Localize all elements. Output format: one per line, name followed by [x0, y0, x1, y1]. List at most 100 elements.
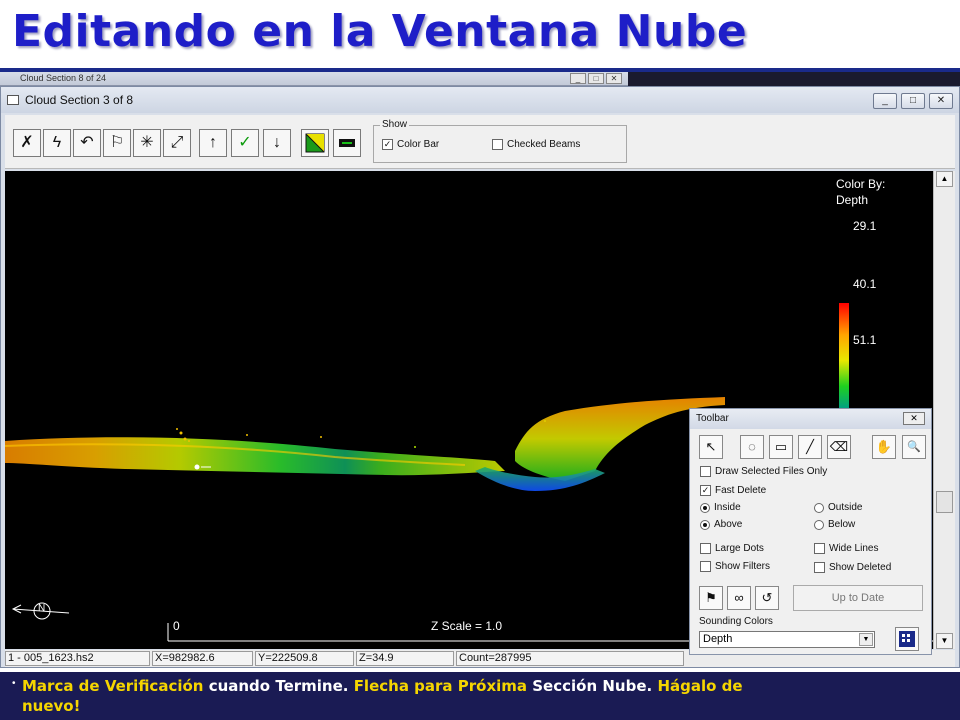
- outside-radio[interactable]: [814, 502, 824, 513]
- scroll-thumb[interactable]: [936, 491, 953, 513]
- flag-button[interactable]: ⚐: [103, 129, 131, 157]
- chevron-down-icon[interactable]: ▼: [859, 633, 873, 646]
- checkmark-button[interactable]: ✓: [231, 129, 259, 157]
- main-toolbar: ✗ ϟ ↶ ⚐ ✳ ⤢ ↑ ✓ ↓ Show ✓ Color Bar Check…: [5, 115, 955, 169]
- checked-beams-label: Checked Beams: [507, 139, 581, 150]
- status-z: Z=34.9: [356, 651, 454, 666]
- caption-segment: Sección Nube.: [527, 677, 658, 695]
- background-minimize-button[interactable]: _: [570, 73, 586, 84]
- below-radio[interactable]: [814, 519, 824, 530]
- show-filters-option[interactable]: Show Filters: [700, 561, 770, 572]
- point-cloud-swath: [5, 437, 505, 476]
- show-deleted-option[interactable]: Show Deleted: [814, 562, 891, 573]
- draw-selected-only-label: Draw Selected Files Only: [715, 466, 828, 477]
- caption-bullet: •: [12, 678, 16, 689]
- show-filters-label: Show Filters: [715, 561, 771, 572]
- background-window-titlebar[interactable]: Cloud Section 8 of 24 _ □ ✕: [0, 72, 628, 86]
- select-arrow-button[interactable]: ↖: [699, 435, 723, 459]
- floating-toolbar-titlebar[interactable]: Toolbar ✕: [690, 409, 931, 429]
- fast-delete-checkbox[interactable]: ✓: [700, 485, 711, 496]
- large-dots-option[interactable]: Large Dots: [700, 543, 764, 554]
- status-x: X=982982.6: [152, 651, 253, 666]
- checked-beams-checkbox[interactable]: [492, 139, 503, 150]
- sounding-colors-label: Sounding Colors: [699, 616, 773, 627]
- maximize-button[interactable]: □: [901, 93, 925, 109]
- color-map-button[interactable]: [301, 129, 329, 157]
- minimize-button[interactable]: _: [873, 93, 897, 109]
- draw-selected-only-checkbox[interactable]: [700, 466, 711, 477]
- color-map-icon: [305, 133, 325, 153]
- wide-lines-label: Wide Lines: [829, 543, 879, 554]
- show-deleted-checkbox[interactable]: [814, 562, 825, 573]
- lightning-button[interactable]: ϟ: [43, 129, 71, 157]
- app-window-icon: [7, 95, 19, 105]
- caption-segment: cuando Termine.: [203, 677, 354, 695]
- inside-label: Inside: [714, 502, 741, 513]
- fast-delete-label: Fast Delete: [715, 485, 767, 496]
- above-radio[interactable]: [700, 519, 710, 530]
- scroll-up-button[interactable]: ▲: [936, 171, 953, 187]
- above-label: Above: [714, 519, 743, 530]
- status-y: Y=222509.8: [255, 651, 354, 666]
- window-title: Cloud Section 3 of 8: [25, 93, 134, 107]
- above-option[interactable]: Above: [700, 519, 742, 530]
- undo-button[interactable]: ↶: [73, 129, 101, 157]
- hand-pan-button[interactable]: ✋: [872, 435, 896, 459]
- rectangle-add-button[interactable]: ▭: [769, 435, 793, 459]
- delete-button[interactable]: ✗: [13, 129, 41, 157]
- highlight-button[interactable]: ✳: [133, 129, 161, 157]
- vertical-scrollbar[interactable]: ▲ ▼: [933, 171, 955, 649]
- sounding-colors-select[interactable]: Depth ▼: [699, 631, 875, 648]
- show-groupbox: Show ✓ Color Bar Checked Beams: [373, 119, 627, 163]
- zoom-fit-button[interactable]: ⤢: [163, 129, 191, 157]
- close-button[interactable]: ✕: [929, 93, 953, 109]
- window-titlebar[interactable]: Cloud Section 3 of 8 _ □ ✕: [1, 87, 959, 113]
- scale-zero-label: 0: [173, 619, 180, 633]
- large-dots-checkbox[interactable]: [700, 543, 711, 554]
- color-bar-label: Color Bar: [397, 139, 440, 150]
- color-bar-tick-bottom: 51.1: [853, 333, 877, 347]
- caption-segment: nuevo!: [22, 697, 81, 715]
- previous-section-button[interactable]: ↑: [199, 129, 227, 157]
- below-label: Below: [828, 519, 856, 530]
- floating-toolbar-close-button[interactable]: ✕: [903, 412, 925, 425]
- wide-lines-option[interactable]: Wide Lines: [814, 543, 878, 554]
- z-scale-label: Z Scale = 1.0: [431, 619, 503, 633]
- outside-option[interactable]: Outside: [814, 502, 862, 513]
- eraser-button[interactable]: ⌫: [827, 435, 851, 459]
- color-bar-option[interactable]: ✓ Color Bar: [382, 139, 439, 150]
- inside-radio[interactable]: [700, 502, 710, 513]
- show-filters-checkbox[interactable]: [700, 561, 711, 572]
- up-to-date-button[interactable]: Up to Date: [793, 585, 923, 611]
- caption-segment: Flecha para Próxima: [353, 677, 528, 695]
- caption-line-2: nuevo!: [22, 696, 80, 716]
- line-add-button[interactable]: ╱: [798, 435, 822, 459]
- checked-beams-option[interactable]: Checked Beams: [492, 139, 580, 150]
- binoculars-button[interactable]: ∞: [727, 586, 751, 610]
- next-section-button[interactable]: ↓: [263, 129, 291, 157]
- color-by-label: Color By:: [836, 177, 886, 191]
- draw-selected-only-option[interactable]: Draw Selected Files Only: [700, 466, 827, 477]
- wide-lines-checkbox[interactable]: [814, 543, 825, 554]
- fast-delete-option[interactable]: ✓ Fast Delete: [700, 485, 766, 496]
- background-window-controls: _ □ ✕: [570, 73, 622, 84]
- inside-option[interactable]: Inside: [700, 502, 741, 513]
- slide-title: Editando en la Ventana Nube: [12, 6, 748, 57]
- caption-segment: Hágalo de: [657, 677, 743, 695]
- refresh-button[interactable]: ↺: [755, 586, 779, 610]
- color-bar-checkbox[interactable]: ✓: [382, 139, 393, 150]
- palette-button[interactable]: [895, 627, 919, 651]
- zoom-magnifier-button[interactable]: 🔍: [902, 435, 926, 459]
- scroll-down-button[interactable]: ▼: [936, 633, 953, 649]
- lasso-add-button[interactable]: ◌: [740, 435, 764, 459]
- color-bar-tick-top: 29.1: [853, 219, 877, 233]
- background-close-button[interactable]: ✕: [606, 73, 622, 84]
- show-deleted-label: Show Deleted: [829, 562, 892, 573]
- beam-icon: [339, 139, 355, 147]
- caption-segment: Marca de Verificación: [22, 677, 204, 695]
- background-window-title: Cloud Section 8 of 24: [20, 73, 107, 83]
- beam-button[interactable]: [333, 129, 361, 157]
- filter-flag-button[interactable]: ⚑: [699, 586, 723, 610]
- below-option[interactable]: Below: [814, 519, 855, 530]
- background-maximize-button[interactable]: □: [588, 73, 604, 84]
